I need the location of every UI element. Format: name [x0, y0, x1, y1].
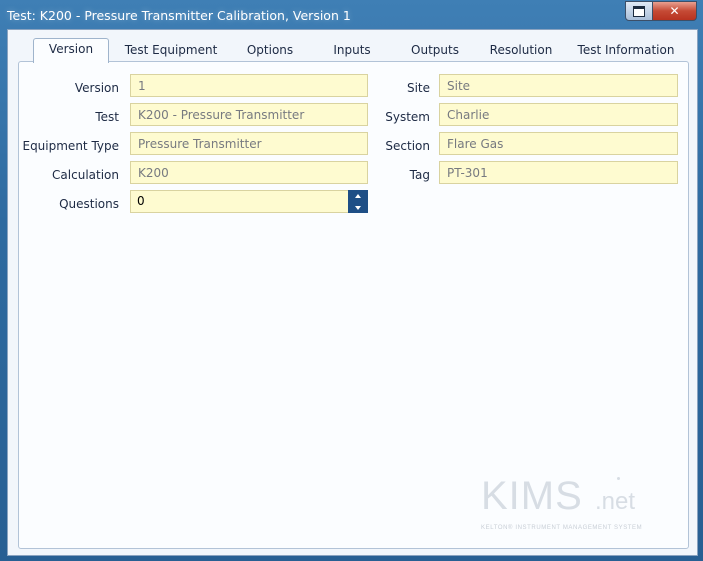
- site-label: Site: [406, 81, 430, 95]
- section-label: Section: [385, 139, 430, 153]
- system-label: System: [385, 110, 430, 124]
- tab-inputs[interactable]: Inputs: [326, 40, 378, 62]
- title-bar[interactable]: Test: K200 - Pressure Transmitter Calibr…: [0, 0, 703, 30]
- logo-trademark-dot: [617, 477, 620, 480]
- version-label: Version: [74, 81, 119, 95]
- maximize-button[interactable]: [625, 1, 653, 21]
- logo-tagline: KELTON® INSTRUMENT MANAGEMENT SYSTEM: [481, 525, 643, 531]
- window-title: Test: K200 - Pressure Transmitter Calibr…: [7, 8, 351, 23]
- site-field[interactable]: Site: [439, 74, 678, 97]
- chevron-up-icon: [355, 193, 361, 198]
- tab-version[interactable]: Version: [33, 38, 109, 63]
- equipment-type-label: Equipment Type: [22, 139, 119, 153]
- window-controls: ✕: [625, 1, 697, 21]
- maximize-icon: [633, 5, 645, 17]
- app-window: Test: K200 - Pressure Transmitter Calibr…: [0, 0, 703, 561]
- logo-suffix-text: .net: [595, 488, 636, 515]
- dialog-content: Version Test Equipment Options Inputs Ou…: [7, 29, 698, 556]
- questions-label: Questions: [59, 197, 119, 211]
- tag-field[interactable]: PT-301: [439, 161, 678, 184]
- tab-options[interactable]: Options: [238, 40, 302, 62]
- section-field[interactable]: Flare Gas: [439, 132, 678, 155]
- tab-strip: Version Test Equipment Options Inputs Ou…: [8, 30, 697, 63]
- tab-test-information[interactable]: Test Information: [576, 40, 676, 62]
- kims-logo: KIMS .net KELTON® INSTRUMENT MANAGEMENT …: [481, 474, 661, 536]
- version-panel: Version 1 Test K200 - Pressure Transmitt…: [18, 61, 689, 549]
- tab-resolution[interactable]: Resolution: [484, 40, 558, 62]
- spinner-up-button[interactable]: [348, 190, 368, 201]
- spinner-down-button[interactable]: [348, 202, 368, 213]
- close-icon: ✕: [669, 4, 680, 18]
- questions-spinner-buttons: [348, 190, 368, 213]
- questions-value[interactable]: 0: [137, 194, 145, 208]
- tag-label: Tag: [409, 168, 430, 182]
- questions-stepper[interactable]: 0: [130, 190, 368, 213]
- tab-test-equipment[interactable]: Test Equipment: [121, 40, 221, 62]
- chevron-down-icon: [355, 205, 361, 210]
- close-button[interactable]: ✕: [653, 1, 697, 21]
- tab-outputs[interactable]: Outputs: [405, 40, 465, 62]
- test-label: Test: [95, 110, 119, 124]
- calculation-label: Calculation: [52, 168, 119, 182]
- logo-main-text: KIMS: [481, 474, 583, 518]
- system-field[interactable]: Charlie: [439, 103, 678, 126]
